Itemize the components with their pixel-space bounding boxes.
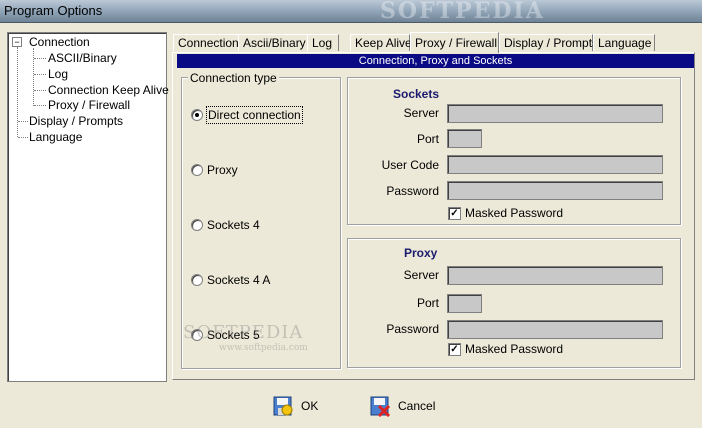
sockets-usercode-label: User Code xyxy=(381,158,439,172)
sockets-server-input[interactable] xyxy=(447,104,663,123)
proxy-server-input[interactable] xyxy=(447,266,663,285)
sockets-password-label: Password xyxy=(386,184,439,198)
section-header: Connection, Proxy and Sockets xyxy=(177,54,694,68)
tree-item-log[interactable]: Log xyxy=(48,66,68,82)
sockets-masked-label: Masked Password xyxy=(465,206,564,220)
tree-item-keep-alive[interactable]: Connection Keep Alive xyxy=(48,82,169,98)
sockets-masked-checkbox[interactable]: ✓ xyxy=(448,207,461,220)
proxy-password-label: Password xyxy=(386,322,439,336)
radio-direct-connection[interactable]: Direct connection xyxy=(191,106,331,124)
tab-display-prompts[interactable]: Display / Prompts xyxy=(499,34,598,51)
tree-item-ascii-binary[interactable]: ASCII/Binary xyxy=(48,50,117,66)
proxy-password-input[interactable] xyxy=(447,320,663,339)
cancel-button[interactable]: Cancel xyxy=(368,393,458,419)
radio-label: Sockets 4 xyxy=(207,218,260,232)
sockets-usercode-input[interactable] xyxy=(447,155,663,174)
tree-connector xyxy=(34,74,46,75)
radio-button[interactable] xyxy=(191,164,203,176)
tree-item-connection[interactable]: Connection xyxy=(29,34,90,50)
proxy-server-label: Server xyxy=(403,268,439,282)
tree-connector xyxy=(34,58,46,59)
tab-log[interactable]: Log xyxy=(307,34,339,51)
tree-connector xyxy=(17,47,18,137)
tab-proxy-firewall[interactable]: Proxy / Firewall xyxy=(410,32,499,53)
window-title: Program Options xyxy=(4,3,103,18)
ok-button[interactable]: OK xyxy=(271,393,351,419)
title-bar: Program Options SOFTPEDIA xyxy=(0,0,702,24)
tree-connector xyxy=(34,90,46,91)
sockets-port-input[interactable] xyxy=(447,129,482,148)
tree-connector xyxy=(34,105,46,106)
connection-type-title: Connection type xyxy=(188,71,279,85)
radio-button[interactable] xyxy=(191,219,203,231)
disk-ok-icon xyxy=(273,396,293,416)
tab-keep-alive[interactable]: Keep Alive xyxy=(350,34,412,51)
radio-button-checked[interactable] xyxy=(191,109,203,121)
watermark-url: www.softpedia.com xyxy=(219,343,308,353)
watermark-logo: SOFTPEDIA xyxy=(380,0,545,24)
tree-connector xyxy=(18,121,28,122)
sockets-server-label: Server xyxy=(403,106,439,120)
ok-label: OK xyxy=(301,399,319,413)
radio-label: Proxy xyxy=(207,163,238,177)
collapse-icon[interactable]: − xyxy=(12,37,22,47)
radio-proxy[interactable]: Proxy xyxy=(191,162,331,178)
tab-ascii-binary[interactable]: Ascii/Binary xyxy=(238,34,308,51)
sockets-port-label: Port xyxy=(416,132,439,146)
tab-language[interactable]: Language xyxy=(593,34,655,51)
tree-connector xyxy=(18,137,28,138)
radio-button[interactable] xyxy=(191,274,203,286)
watermark-brand: SOFTPEDIA xyxy=(183,322,304,343)
radio-sockets-4a[interactable]: Sockets 4 A xyxy=(191,272,331,288)
disk-cancel-icon xyxy=(370,396,391,417)
sockets-password-input[interactable] xyxy=(447,181,663,200)
proxy-port-label: Port xyxy=(416,296,439,310)
sockets-heading: Sockets xyxy=(393,87,440,101)
tree-connector xyxy=(33,48,34,106)
radio-sockets-4[interactable]: Sockets 4 xyxy=(191,217,331,233)
proxy-port-input[interactable] xyxy=(447,294,482,313)
proxy-masked-checkbox[interactable]: ✓ xyxy=(448,343,461,356)
proxy-masked-label: Masked Password xyxy=(465,342,564,356)
proxy-heading: Proxy xyxy=(404,246,438,260)
radio-label: Sockets 4 A xyxy=(207,273,271,287)
cancel-label: Cancel xyxy=(398,399,436,413)
tab-connection[interactable]: Connection xyxy=(173,34,239,51)
tree-item-proxy-firewall[interactable]: Proxy / Firewall xyxy=(48,97,130,113)
options-tree[interactable]: − Connection ASCII/Binary Log Connection… xyxy=(7,32,169,382)
tree-item-display-prompts[interactable]: Display / Prompts xyxy=(29,113,123,129)
tree-item-language[interactable]: Language xyxy=(29,129,82,145)
radio-label: Direct connection xyxy=(206,106,303,124)
watermark-overlay: SOFTPEDIA www.softpedia.com xyxy=(183,322,308,353)
